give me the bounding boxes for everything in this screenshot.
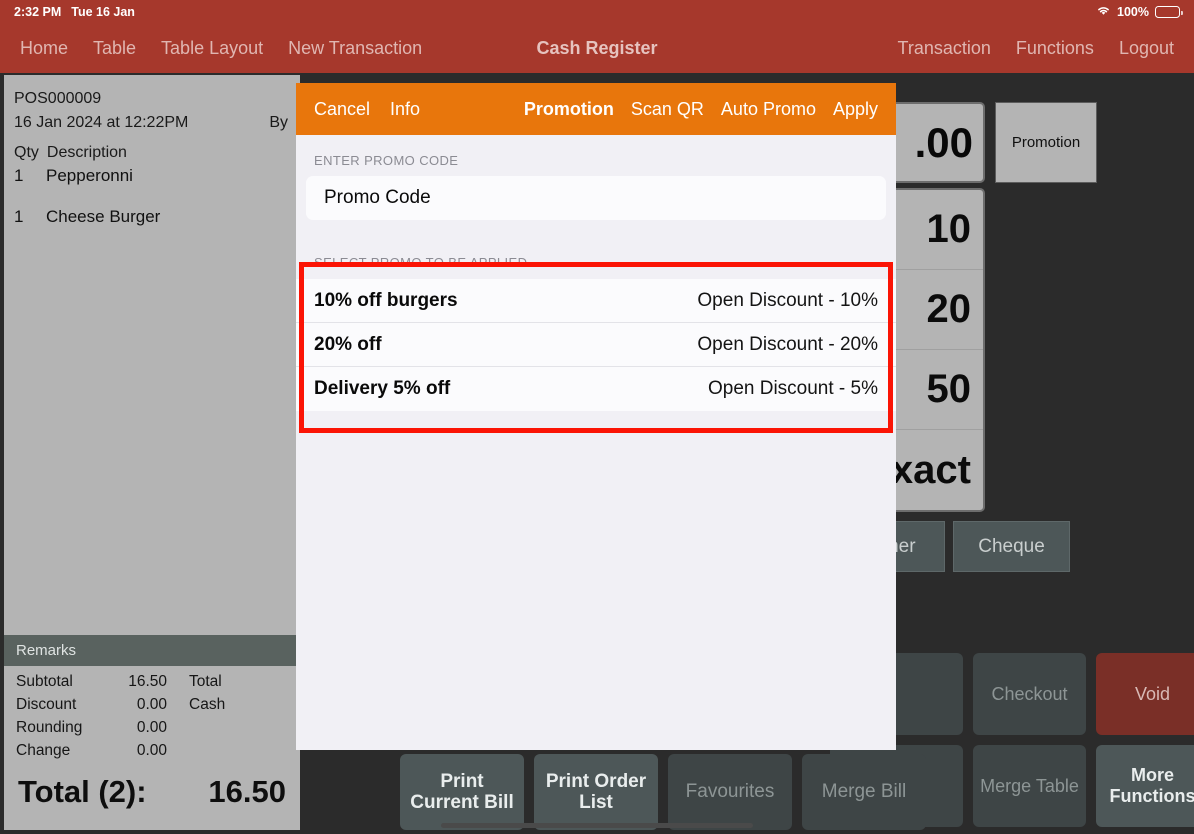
nav-item-functions[interactable]: Functions bbox=[1016, 38, 1094, 59]
nav-item-new-transaction[interactable]: New Transaction bbox=[288, 38, 422, 59]
merge-bill-button[interactable]: Merge Bill bbox=[802, 754, 926, 830]
item-description: Pepperonni bbox=[46, 166, 133, 185]
wifi-icon bbox=[1096, 5, 1111, 19]
cancel-button[interactable]: Cancel bbox=[314, 99, 370, 120]
promo-name: Delivery 5% off bbox=[314, 378, 451, 399]
amount-row: .00 Promotion bbox=[866, 102, 1097, 183]
modal-header-left: Cancel Info bbox=[314, 99, 420, 120]
status-date: Tue 16 Jan bbox=[71, 5, 135, 19]
apply-button[interactable]: Apply bbox=[833, 99, 878, 120]
list-item[interactable]: 1 Pepperonni bbox=[14, 164, 290, 205]
scan-qr-button[interactable]: Scan QR bbox=[631, 99, 704, 120]
receipt-by-label: By bbox=[269, 114, 288, 131]
nav-item-table-layout[interactable]: Table Layout bbox=[161, 38, 263, 59]
grand-total-label: Total (2): bbox=[18, 774, 147, 809]
nav-item-logout[interactable]: Logout bbox=[1119, 38, 1174, 59]
status-time: 2:32 PM bbox=[14, 5, 62, 19]
item-description: Cheese Burger bbox=[46, 207, 161, 226]
modal-title: Promotion bbox=[523, 98, 614, 119]
total-value: 0.00 bbox=[136, 719, 167, 736]
favourites-button[interactable]: Favourites bbox=[668, 754, 792, 830]
promo-value: Open Discount - 10% bbox=[697, 289, 878, 311]
navigation-bar: Home Table Table Layout New Transaction … bbox=[0, 24, 1194, 73]
totals-right-column: Total Cash bbox=[179, 673, 300, 760]
column-header-qty: Qty bbox=[14, 144, 39, 161]
total-row-cash-label: Cash bbox=[189, 696, 226, 713]
select-promo-section: SELECT PROMO TO BE APPLIED 10% off burge… bbox=[296, 244, 896, 411]
home-indicator bbox=[441, 823, 753, 828]
merge-table-button[interactable]: Merge Table bbox=[973, 745, 1086, 827]
total-value: 0.00 bbox=[136, 742, 167, 759]
modal-header: Cancel Info Promotion Scan QR Auto Promo… bbox=[296, 83, 896, 135]
total-label: Rounding bbox=[16, 719, 83, 736]
column-header-description: Description bbox=[46, 144, 127, 161]
promo-value: Open Discount - 5% bbox=[707, 378, 878, 399]
nav-left-group: Home Table Table Layout New Transaction bbox=[20, 38, 422, 59]
receipt-column-headers: Qty Description bbox=[4, 139, 300, 164]
grand-total-value: 16.50 bbox=[208, 774, 286, 809]
cheque-button[interactable]: Cheque bbox=[953, 521, 1070, 572]
grand-total-row: Total (2): 16.50 bbox=[4, 766, 300, 830]
total-row-total-label: Total bbox=[189, 673, 222, 690]
total-row-rounding: Rounding 0.00 bbox=[16, 719, 179, 737]
list-item[interactable]: 20% off Open Discount - 20% bbox=[296, 323, 896, 367]
bottom-button-row: Print Current Bill Print Order List Favo… bbox=[400, 754, 926, 830]
total-row-discount: Discount 0.00 bbox=[16, 696, 179, 714]
status-bar-right: 100% bbox=[1096, 5, 1183, 19]
more-functions-button[interactable]: More Functions bbox=[1096, 745, 1194, 827]
print-current-bill-button[interactable]: Print Current Bill bbox=[400, 754, 524, 830]
receipt-datetime-row: 16 Jan 2024 at 12:22PM By bbox=[14, 111, 290, 135]
status-bar-left: 2:32 PM Tue 16 Jan bbox=[14, 5, 135, 19]
nav-item-home[interactable]: Home bbox=[20, 38, 68, 59]
receipt-item-list: 1 Pepperonni 1 Cheese Burger bbox=[4, 164, 300, 635]
promo-code-input[interactable] bbox=[324, 187, 868, 209]
battery-percent-label: 100% bbox=[1117, 5, 1149, 19]
list-item[interactable]: 10% off burgers Open Discount - 10% bbox=[296, 279, 896, 323]
total-label: Change bbox=[16, 742, 71, 759]
battery-icon bbox=[1155, 6, 1183, 18]
select-promo-label: SELECT PROMO TO BE APPLIED bbox=[314, 255, 528, 270]
list-item[interactable]: Delivery 5% off Open Discount - 5% bbox=[296, 367, 896, 411]
total-label: Subtotal bbox=[16, 673, 73, 690]
promo-name: 20% off bbox=[314, 333, 382, 355]
receipt-header: POS000009 16 Jan 2024 at 12:22PM By bbox=[4, 75, 300, 139]
void-button[interactable]: Void bbox=[1096, 653, 1194, 735]
pos-app-screen: 2:32 PM Tue 16 Jan 100% Home Table Table… bbox=[0, 0, 1194, 834]
enter-promo-code-label: ENTER PROMO CODE bbox=[314, 153, 459, 168]
receipt-order-id: POS000009 bbox=[14, 90, 102, 107]
info-button[interactable]: Info bbox=[390, 99, 420, 120]
auto-promo-button[interactable]: Auto Promo bbox=[721, 99, 816, 120]
total-value: 16.50 bbox=[128, 673, 167, 690]
modal-header-right: Promotion Scan QR Auto Promo Apply bbox=[524, 99, 878, 120]
print-order-list-button[interactable]: Print Order List bbox=[534, 754, 658, 830]
item-qty: 1 bbox=[14, 207, 24, 226]
promo-value: Open Discount - 20% bbox=[697, 333, 878, 355]
nav-right-group: Transaction Functions Logout bbox=[898, 38, 1174, 59]
promotion-button[interactable]: Promotion bbox=[995, 102, 1097, 183]
remarks-bar[interactable]: Remarks bbox=[4, 635, 300, 666]
promo-list: 10% off burgers Open Discount - 10% 20% … bbox=[296, 279, 896, 411]
receipt-panel: POS000009 16 Jan 2024 at 12:22PM By Qty … bbox=[4, 75, 300, 830]
status-bar: 2:32 PM Tue 16 Jan 100% bbox=[0, 0, 1194, 24]
item-qty: 1 bbox=[14, 166, 24, 185]
promo-code-field-wrapper[interactable] bbox=[306, 176, 886, 220]
promo-name: 10% off burgers bbox=[314, 289, 458, 311]
promotion-modal: Cancel Info Promotion Scan QR Auto Promo… bbox=[296, 83, 896, 750]
total-label: Discount bbox=[16, 696, 77, 713]
nav-item-table[interactable]: Table bbox=[93, 38, 136, 59]
total-row-change: Change 0.00 bbox=[16, 742, 179, 760]
totals-section: Subtotal 16.50 Discount 0.00 Rounding 0.… bbox=[4, 666, 300, 766]
nav-item-transaction[interactable]: Transaction bbox=[898, 38, 991, 59]
totals-left-column: Subtotal 16.50 Discount 0.00 Rounding 0.… bbox=[4, 673, 179, 760]
total-row-subtotal: Subtotal 16.50 bbox=[16, 673, 179, 691]
receipt-datetime: 16 Jan 2024 at 12:22PM bbox=[14, 114, 189, 131]
checkout-button[interactable]: Checkout bbox=[973, 653, 1086, 735]
list-item[interactable]: 1 Cheese Burger bbox=[14, 205, 290, 246]
total-value: 0.00 bbox=[136, 696, 167, 713]
